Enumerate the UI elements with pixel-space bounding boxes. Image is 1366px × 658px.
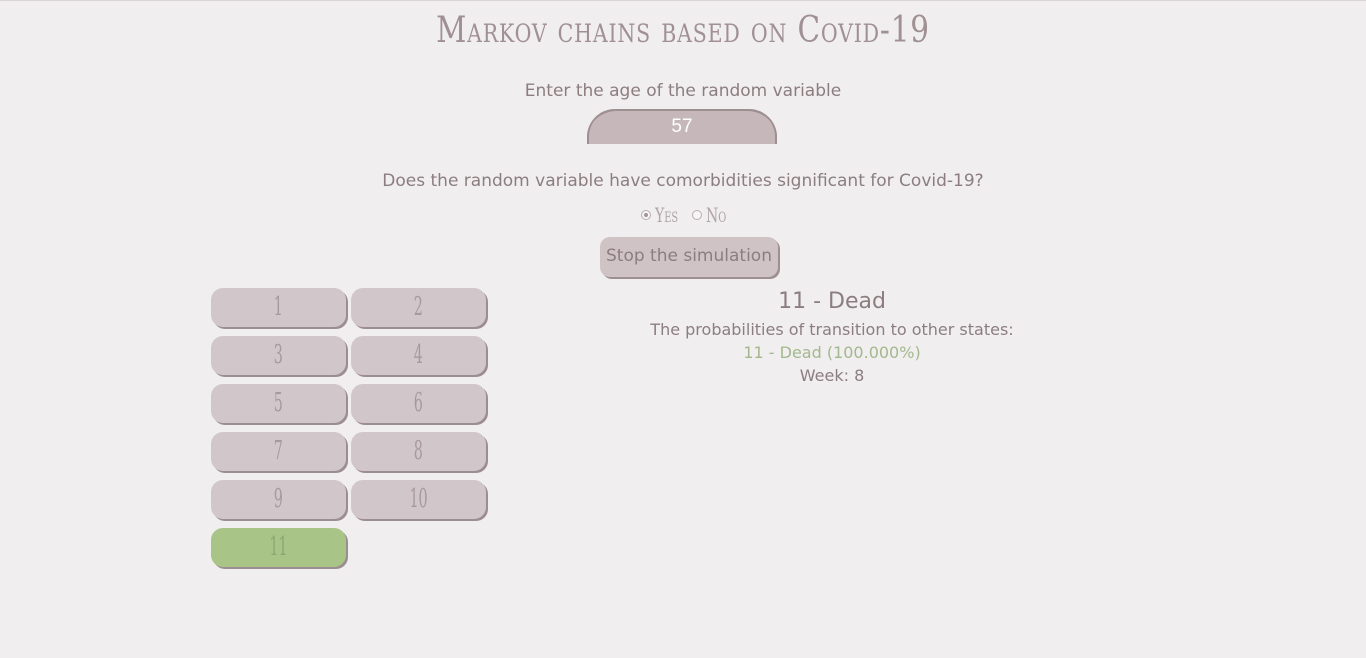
state-button-10[interactable]: 10 [351, 480, 486, 519]
state-button-6-label: 6 [413, 388, 424, 418]
state-button-5-label: 5 [273, 388, 284, 418]
radio-yes[interactable]: Yes [641, 203, 684, 227]
radio-no[interactable]: No [692, 203, 731, 227]
state-button-8[interactable]: 8 [351, 432, 486, 471]
state-button-3[interactable]: 3 [211, 336, 346, 375]
radio-no-circle[interactable] [692, 210, 703, 220]
radio-yes-circle[interactable] [641, 210, 651, 220]
state-button-5[interactable]: 5 [211, 384, 346, 423]
state-button-6[interactable]: 6 [351, 384, 486, 423]
state-button-9[interactable]: 9 [211, 480, 346, 519]
state-button-9-label: 9 [273, 484, 284, 514]
radio-yes-label: Yes [655, 203, 679, 227]
page-title: Markov chains based on Covid-19 [436, 10, 930, 51]
age-input[interactable] [587, 109, 777, 144]
state-button-4-label: 4 [413, 340, 424, 370]
stop-simulation-button[interactable]: Stop the simulation [600, 237, 778, 277]
state-button-2-label: 2 [413, 292, 424, 322]
age-label: Enter the age of the random variable [524, 81, 842, 101]
state-button-1-label: 1 [273, 292, 284, 322]
state-button-7-label: 7 [273, 436, 284, 466]
state-button-3-label: 3 [273, 340, 284, 370]
state-button-8-label: 8 [413, 436, 424, 466]
comorbidity-question: Does the random variable have comorbidit… [382, 171, 984, 191]
state-button-7[interactable]: 7 [211, 432, 346, 471]
week-counter: Week: 8 [799, 366, 865, 385]
state-button-4[interactable]: 4 [351, 336, 486, 375]
state-button-1[interactable]: 1 [211, 288, 346, 327]
comorbidity-radio-group: Yes No [641, 202, 731, 228]
state-button-2[interactable]: 2 [351, 288, 486, 327]
current-state-title: 11 - Dead [778, 289, 886, 314]
radio-no-label: No [706, 203, 727, 227]
state-button-11[interactable]: 11 [211, 528, 346, 567]
top-divider [0, 0, 1366, 1]
state-button-10-label: 10 [409, 484, 428, 514]
transition-probability: 11 - Dead (100.000%) [743, 343, 921, 362]
state-button-11-label: 11 [269, 532, 288, 562]
transition-subtitle: The probabilities of transition to other… [650, 320, 1014, 339]
